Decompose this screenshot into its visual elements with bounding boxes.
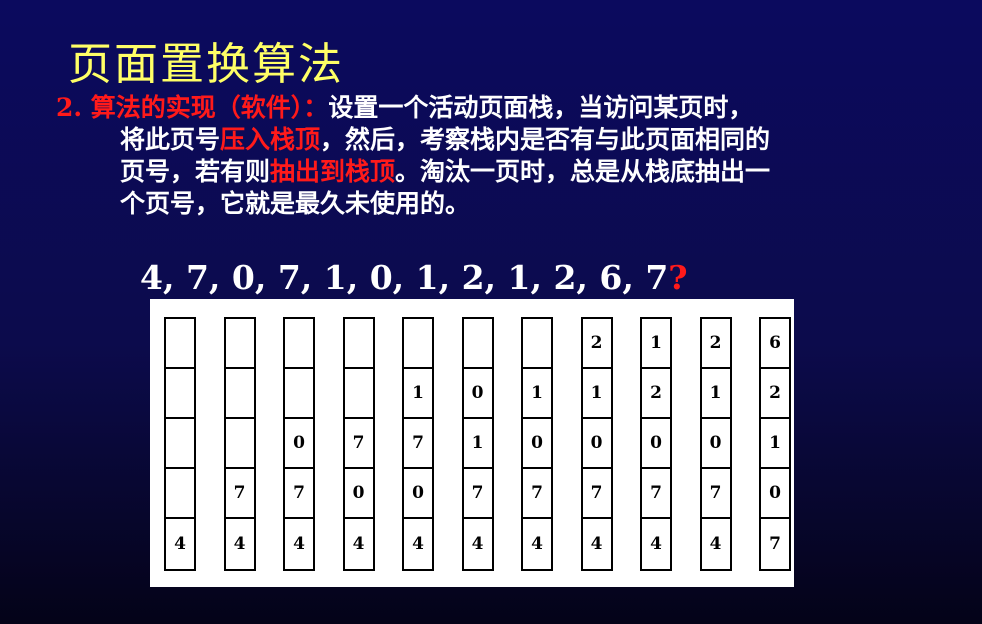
page-stack: 1207 4 xyxy=(640,317,672,571)
stack-cell xyxy=(166,319,194,369)
stack-cell xyxy=(225,319,254,369)
stack-cell: 0 xyxy=(642,419,670,469)
stack-cell: 7 xyxy=(404,419,432,469)
stack-cell: 4 xyxy=(650,534,662,554)
stack-cell: 4 xyxy=(531,534,543,554)
page-stack: 2107 4 xyxy=(699,317,732,571)
stack-cell: 2 xyxy=(761,369,789,419)
page-stack: 2107 4 xyxy=(580,317,613,571)
stack-cell: 0 xyxy=(285,419,313,469)
stack-cell: 1 xyxy=(523,369,551,419)
page-stack: 1704 xyxy=(402,317,434,571)
page-stack: 70 4 xyxy=(342,317,375,571)
stack-cell: 1 xyxy=(463,419,492,469)
slide-title: 页面置换算法 xyxy=(68,39,344,90)
highlight-extract-to-top: 抽出到栈顶 xyxy=(270,157,396,186)
stack-cell: 2 xyxy=(642,369,670,419)
stack-cell: 1 xyxy=(701,369,730,419)
stack-cell xyxy=(344,319,373,369)
stack-cell: 0 xyxy=(344,469,373,519)
algorithm-description: 2. 算法的实现（软件）：设置一个活动页面栈，当访问某页时， 将此页号压入栈顶，… xyxy=(56,92,946,220)
stack-cell: 4 xyxy=(293,534,305,554)
stack-cell xyxy=(166,469,194,519)
stack-cell: 7 xyxy=(701,469,730,519)
stack-cell: 2 xyxy=(701,319,730,369)
page-stack: 107 4 xyxy=(521,317,553,571)
stack-cell: 4 xyxy=(174,534,186,554)
section-heading: 2. 算法的实现（软件）： xyxy=(56,93,329,122)
stack-cell: 4 xyxy=(412,534,424,554)
line2-text-b: ，然后，考察栈内是否有与此页面相同的 xyxy=(320,125,771,154)
stack-cell xyxy=(523,319,551,369)
reference-sequence: 4, 7, 0, 7, 1, 0, 1, 2, 1, 2, 6, 7? xyxy=(140,258,688,297)
stack-cell: 1 xyxy=(761,419,789,469)
page-stack: 74 xyxy=(223,317,256,571)
stack-cell xyxy=(166,369,194,419)
stack-cell xyxy=(344,369,373,419)
stack-cell xyxy=(285,319,313,369)
reference-sequence-text: 4, 7, 0, 7, 1, 0, 1, 2, 1, 2, 6, 7 xyxy=(140,258,669,297)
stack-cell: 0 xyxy=(404,469,432,519)
stack-cell: 1 xyxy=(642,319,670,369)
line1-text: 设置一个活动页面栈，当访问某页时， xyxy=(328,93,754,122)
stack-cell: 7 xyxy=(463,469,492,519)
description-line-2: 将此页号压入栈顶，然后，考察栈内是否有与此页面相同的 xyxy=(56,124,946,156)
stack-cell: 0 xyxy=(523,419,551,469)
stack-cell: 7 xyxy=(582,469,611,519)
stack-cell: 1 xyxy=(404,369,432,419)
stack-cell: 0 xyxy=(701,419,730,469)
line3-text-a: 页号，若有则 xyxy=(120,157,271,186)
stack-cell: 4 xyxy=(471,534,484,554)
description-line-4: 个页号，它就是最久未使用的。 xyxy=(120,189,471,218)
stack-cell: 7 xyxy=(344,419,373,469)
description-line-3: 页号，若有则抽出到栈顶。淘汰一页时，总是从栈底抽出一 xyxy=(56,156,946,188)
description-line-1: 2. 算法的实现（软件）：设置一个活动页面栈，当访问某页时， xyxy=(56,92,946,124)
stack-cell: 7 xyxy=(523,469,551,519)
page-stack: 017 4 xyxy=(461,317,494,571)
stack-cell: 7 xyxy=(285,469,313,519)
stack-cell: 0 xyxy=(582,419,611,469)
highlight-push-to-top: 压入栈顶 xyxy=(220,125,321,154)
stack-cell: 7 xyxy=(225,469,254,519)
stack-cell xyxy=(166,419,194,469)
stack-cell: 2 xyxy=(582,319,611,369)
stack-cell: 4 xyxy=(590,534,603,554)
line3-text-b: 。淘汰一页时，总是从栈底抽出一 xyxy=(395,157,771,186)
page-stack: 4 xyxy=(164,317,196,571)
question-mark: ? xyxy=(668,258,688,297)
page-stack: 07 4 xyxy=(283,317,315,571)
stack-cell: 4 xyxy=(352,534,365,554)
stack-cell xyxy=(285,369,313,419)
stack-cell xyxy=(225,369,254,419)
stack-cell xyxy=(463,319,492,369)
stack-cell: 1 xyxy=(582,369,611,419)
stack-cell: 6 xyxy=(761,319,789,369)
stack-cell: 0 xyxy=(761,469,789,519)
stack-diagram-panel: 4740747041704017410742107412074210746210… xyxy=(150,299,794,587)
stack-cell xyxy=(404,319,432,369)
stack-cell: 4 xyxy=(233,534,246,554)
stack-cell: 7 xyxy=(642,469,670,519)
stack-cell xyxy=(225,419,254,469)
line2-text-a: 将此页号 xyxy=(120,125,221,154)
stack-cell: 0 xyxy=(463,369,492,419)
stack-cell: 7 xyxy=(769,534,781,554)
page-stack: 6210 7 xyxy=(759,317,791,571)
stack-cell: 4 xyxy=(709,534,722,554)
